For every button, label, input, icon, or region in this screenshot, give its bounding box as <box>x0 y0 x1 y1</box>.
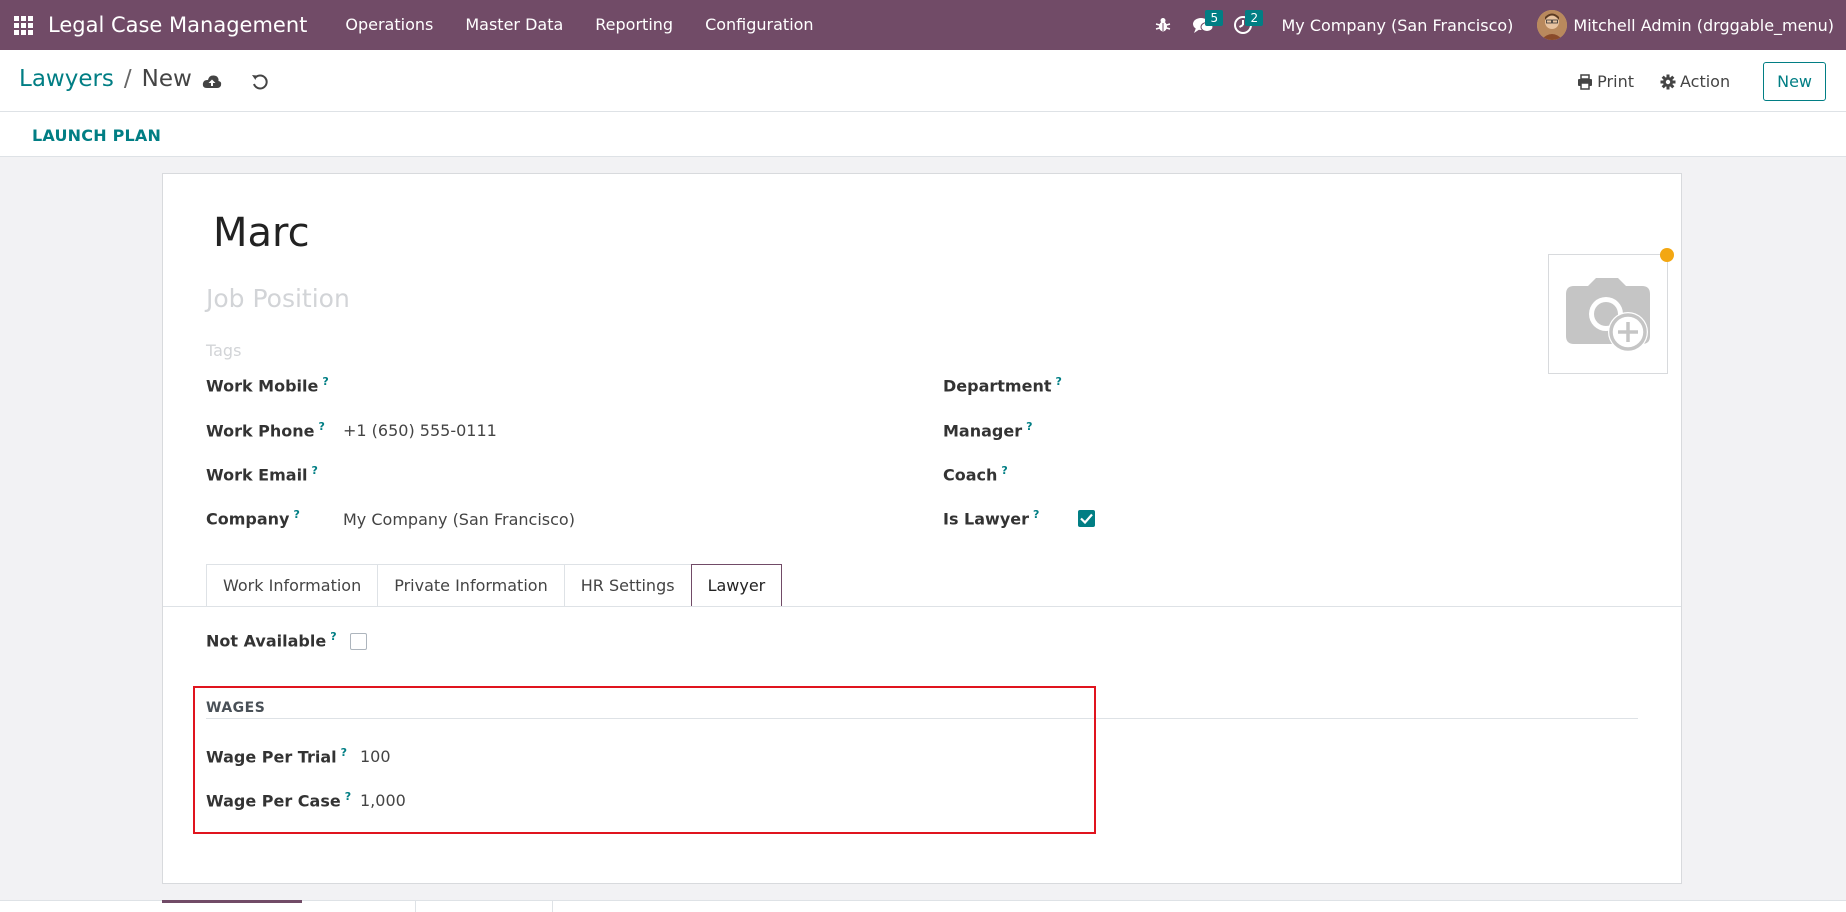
messages-badge: 5 <box>1205 10 1224 26</box>
wages-highlight-box <box>193 686 1096 834</box>
cloud-upload-icon[interactable] <box>200 70 224 94</box>
work-phone-field[interactable]: +1 (650) 555-0111 <box>343 421 497 440</box>
undo-icon[interactable] <box>248 70 272 94</box>
employee-name-field[interactable]: Marc <box>213 210 310 256</box>
chat-bubbles-icon[interactable]: 5 <box>1183 0 1224 50</box>
launch-plan-button[interactable]: LAUNCH PLAN <box>32 126 161 145</box>
activities-badge: 2 <box>1245 10 1264 26</box>
tab-lawyer[interactable]: Lawyer <box>690 564 783 607</box>
help-tooltip-icon[interactable]: ? <box>1001 464 1007 477</box>
coach-field[interactable] <box>1078 464 1518 486</box>
user-menu[interactable]: Mitchell Admin (drggable_menu) <box>1537 10 1834 40</box>
manager-label: Manager? <box>943 420 1033 441</box>
manager-field[interactable] <box>1078 420 1518 442</box>
status-dot <box>1660 248 1674 262</box>
avatar <box>1537 10 1568 40</box>
work-mobile-field[interactable] <box>343 375 843 397</box>
action-button[interactable]: Action <box>1660 72 1730 91</box>
breadcrumb-current: New <box>141 66 192 92</box>
menu-item-configuration[interactable]: Configuration <box>689 0 830 50</box>
company-field[interactable]: My Company (San Francisco) <box>343 510 575 529</box>
form-sheet: Marc Job Position Tags Work Mobile? Work… <box>162 173 1682 884</box>
gear-icon <box>1660 74 1676 89</box>
chatter-area-edge <box>0 900 1846 912</box>
chatter-divider <box>552 901 553 912</box>
help-tooltip-icon[interactable]: ? <box>293 508 299 521</box>
clock-icon[interactable]: 2 <box>1223 0 1264 50</box>
breadcrumb-separator: / <box>123 66 132 92</box>
job-position-field[interactable]: Job Position <box>206 284 350 313</box>
tab-work-information[interactable]: Work Information <box>206 564 379 606</box>
apps-grid-icon[interactable] <box>0 0 46 50</box>
camera-plus-icon <box>1566 278 1650 352</box>
app-title[interactable]: Legal Case Management <box>48 13 307 37</box>
top-navbar: Legal Case Management Operations Master … <box>0 0 1846 50</box>
menu-item-reporting[interactable]: Reporting <box>579 0 689 50</box>
department-field[interactable] <box>1078 375 1518 397</box>
help-tooltip-icon[interactable]: ? <box>1026 420 1032 433</box>
form-statusbar: LAUNCH PLAN <box>0 112 1846 157</box>
is-lawyer-label: Is Lawyer? <box>943 508 1040 529</box>
chatter-active-tab-indicator <box>162 900 302 903</box>
new-button[interactable]: New <box>1763 62 1826 101</box>
work-email-field[interactable] <box>343 464 843 486</box>
breadcrumb: Lawyers / New <box>19 66 192 92</box>
menu-item-operations[interactable]: Operations <box>329 0 449 50</box>
employee-photo[interactable] <box>1548 254 1668 374</box>
tags-field[interactable]: Tags <box>206 341 241 360</box>
work-mobile-label: Work Mobile? <box>206 375 329 396</box>
help-tooltip-icon[interactable]: ? <box>312 464 318 477</box>
breadcrumb-lawyers[interactable]: Lawyers <box>19 66 114 92</box>
tab-hr-settings[interactable]: HR Settings <box>563 564 692 606</box>
main-menu: Operations Master Data Reporting Configu… <box>329 0 829 50</box>
help-tooltip-icon[interactable]: ? <box>1033 508 1039 521</box>
action-label: Action <box>1679 72 1731 91</box>
print-button[interactable]: Print <box>1577 72 1634 91</box>
coach-label: Coach? <box>943 464 1008 485</box>
help-tooltip-icon[interactable]: ? <box>330 630 336 643</box>
tabs-divider <box>163 606 1681 607</box>
control-panel: Lawyers / New Print Action New <box>0 50 1846 112</box>
help-tooltip-icon[interactable]: ? <box>319 420 325 433</box>
print-label: Print <box>1597 72 1634 91</box>
form-notebook-tabs: Work Information Private Information HR … <box>206 564 783 607</box>
tab-private-information[interactable]: Private Information <box>377 564 565 606</box>
help-tooltip-icon[interactable]: ? <box>322 375 328 388</box>
help-tooltip-icon[interactable]: ? <box>1055 375 1061 388</box>
department-label: Department? <box>943 375 1062 396</box>
company-switcher[interactable]: My Company (San Francisco) <box>1281 16 1513 35</box>
company-label: Company? <box>206 508 300 529</box>
systray: 5 2 My Company (San Francisco) Mitchell … <box>1143 0 1846 50</box>
menu-item-master-data[interactable]: Master Data <box>449 0 579 50</box>
work-phone-label: Work Phone? <box>206 420 325 441</box>
not-available-label: Not Available? <box>206 630 337 651</box>
is-lawyer-checkbox[interactable] <box>1078 510 1095 527</box>
bug-icon[interactable] <box>1143 0 1183 50</box>
checkmark-icon <box>1080 513 1093 524</box>
printer-icon <box>1578 73 1593 90</box>
user-name: Mitchell Admin (drggable_menu) <box>1573 15 1834 35</box>
control-panel-actions: Print Action New <box>1551 62 1826 101</box>
not-available-checkbox[interactable] <box>350 633 367 650</box>
work-email-label: Work Email? <box>206 464 318 485</box>
chatter-divider <box>415 901 416 912</box>
